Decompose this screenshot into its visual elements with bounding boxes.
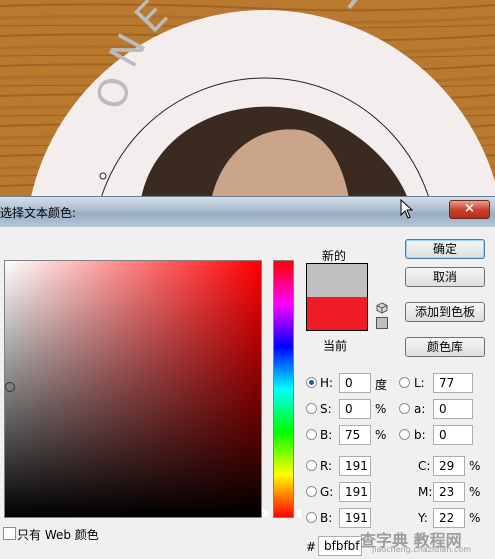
hue-slider[interactable] xyxy=(273,260,294,518)
hue-label: H: xyxy=(320,376,334,390)
close-button[interactable]: × xyxy=(449,200,490,219)
color-preview xyxy=(306,263,368,331)
red-field[interactable]: 191 xyxy=(339,456,371,476)
saturation-radio[interactable] xyxy=(306,403,317,414)
hue-unit: 度 xyxy=(375,378,388,392)
add-to-swatches-button[interactable]: 添加到色板 xyxy=(405,302,485,322)
cancel-button[interactable]: 取消 xyxy=(405,267,485,287)
lab-l-radio[interactable] xyxy=(399,377,410,388)
coaster-artwork: ONE PENNY xyxy=(0,0,495,205)
lab-b-field[interactable]: 0 xyxy=(433,425,473,445)
color-libraries-button[interactable]: 颜色库 xyxy=(405,337,485,357)
brightness-label: B: xyxy=(320,428,333,442)
dialog-titlebar[interactable]: 选择文本颜色: × xyxy=(0,197,495,227)
new-color-swatch xyxy=(307,264,367,297)
green-radio[interactable] xyxy=(306,486,317,497)
magenta-field[interactable]: 23 xyxy=(433,482,465,502)
saturation-field[interactable]: 0 xyxy=(339,399,371,419)
lab-a-field[interactable]: 0 xyxy=(433,399,473,419)
new-color-label: 新的 xyxy=(322,249,347,263)
brightness-field[interactable]: 75 xyxy=(339,425,371,445)
lab-b-radio[interactable] xyxy=(399,429,410,440)
yellow-field[interactable]: 22 xyxy=(433,508,465,528)
blue-label: B: xyxy=(320,511,333,525)
hue-field[interactable]: 0 xyxy=(339,373,371,393)
lab-l-field[interactable]: 77 xyxy=(433,373,473,393)
green-field[interactable]: 191 xyxy=(339,482,371,502)
yellow-label: Y: xyxy=(418,511,428,525)
magenta-unit: % xyxy=(469,485,481,499)
hex-field[interactable]: bfbfbf xyxy=(318,536,362,556)
brightness-unit: % xyxy=(375,428,387,442)
lab-b-label: b: xyxy=(414,428,426,442)
hex-label: # xyxy=(306,540,317,554)
lab-l-label: L: xyxy=(414,376,425,390)
red-radio[interactable] xyxy=(306,460,317,471)
canvas-background: ONE PENNY xyxy=(0,0,495,205)
brightness-radio[interactable] xyxy=(306,429,317,440)
ok-button[interactable]: 确定 xyxy=(405,239,485,259)
lab-a-label: a: xyxy=(414,402,426,416)
mouse-cursor-icon xyxy=(400,199,414,219)
current-color-label: 当前 xyxy=(323,339,348,353)
cyan-unit: % xyxy=(469,459,481,473)
hue-radio[interactable] xyxy=(306,377,317,388)
web-colors-only-checkbox[interactable] xyxy=(3,527,16,540)
cyan-label: C: xyxy=(418,459,431,473)
lab-a-radio[interactable] xyxy=(399,403,410,414)
saturation-label: S: xyxy=(320,402,332,416)
green-label: G: xyxy=(320,485,334,499)
blue-radio[interactable] xyxy=(306,512,317,523)
web-colors-only-label[interactable]: 只有 Web 颜色 xyxy=(17,526,99,543)
color-field-marker[interactable] xyxy=(5,382,15,392)
saturation-unit: % xyxy=(375,402,387,416)
color-field[interactable] xyxy=(4,260,262,518)
color-picker-dialog: 选择文本颜色: × 新的 当前 确定 取消 添加到色板 颜色库 H: 0 度 S… xyxy=(0,196,495,559)
red-label: R: xyxy=(320,459,333,473)
current-color-swatch[interactable] xyxy=(307,297,367,330)
dialog-title: 选择文本颜色: xyxy=(0,206,77,220)
websafe-square-icon[interactable] xyxy=(376,317,388,329)
watermark-url: jiaocheng.chazidian.com xyxy=(372,545,472,554)
yellow-unit: % xyxy=(469,511,481,525)
cyan-field[interactable]: 29 xyxy=(433,456,465,476)
hue-slider-right-pointer[interactable] xyxy=(294,508,301,518)
cube-icon[interactable] xyxy=(376,302,388,314)
hue-slider-left-pointer[interactable] xyxy=(262,508,269,518)
magenta-label: M: xyxy=(418,485,433,499)
blue-field[interactable]: 191 xyxy=(339,508,371,528)
